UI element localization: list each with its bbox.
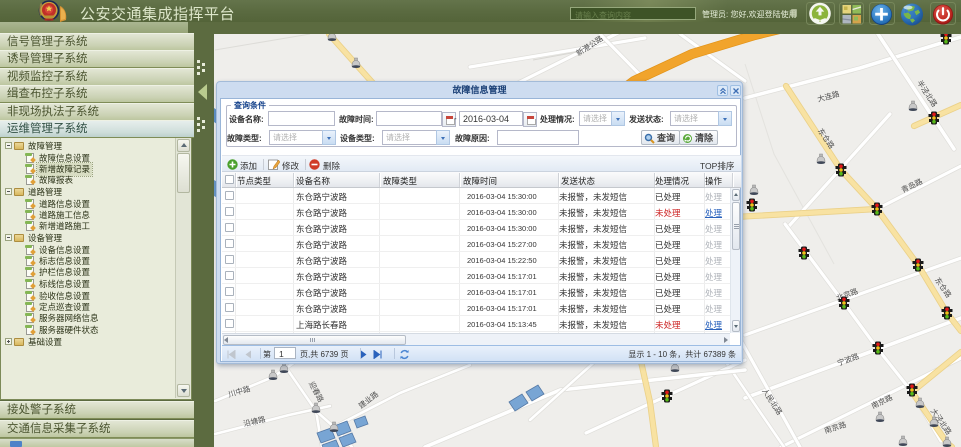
svg-text:人民北路: 人民北路 [760,386,785,417]
svg-text:宁波路: 宁波路 [836,350,861,367]
svg-text:南京路: 南京路 [869,392,894,411]
svg-text:沿塘路: 沿塘路 [242,414,267,429]
svg-text:川中路: 川中路 [227,383,252,399]
svg-text:大连路: 大连路 [816,88,841,104]
